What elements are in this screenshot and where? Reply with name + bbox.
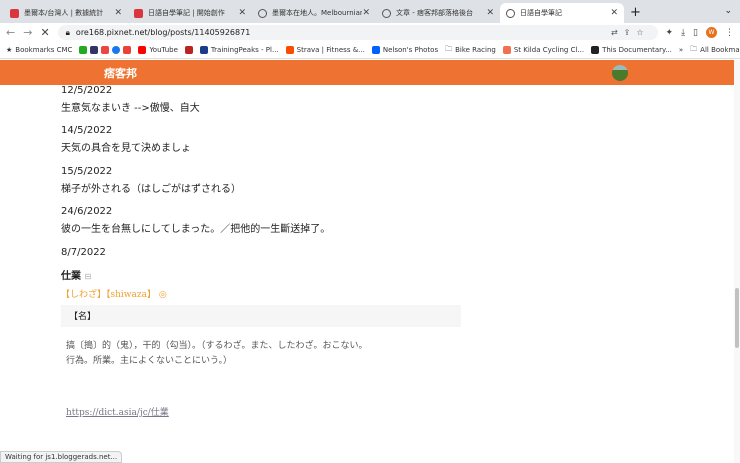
youtube-icon [138,46,147,54]
bookmark-red[interactable] [184,46,193,54]
bookmark-nelsons-photos[interactable]: Nelson's Photos [371,46,438,54]
site-logo[interactable]: 痞客邦 [104,65,137,81]
tab-search-chevron-icon[interactable]: ⌄ [724,6,732,16]
sidepanel-icon[interactable]: ▯ [693,28,698,38]
entry-date: 8/7/2022 [61,247,106,258]
close-icon[interactable]: ✕ [114,8,122,18]
site-header: 痞客邦 [0,60,734,85]
dict-source-link[interactable]: https://dict.asia/jc/仕業 [66,405,169,418]
toolbar: ← → ✕ 🔒︎ ore168.pixnet.net/blog/posts/114… [0,23,740,42]
extensions-icon[interactable]: ✦ [666,28,674,38]
forward-icon[interactable]: → [23,26,32,39]
entry-text: 彼の一生を台無しにしてしまった。／把他的一生斷送掉了。 [61,224,331,235]
loading-icon [506,8,515,18]
status-bar: Waiting for js1.bloggerads.net... [0,451,123,463]
new-tab-button[interactable]: + [630,5,641,20]
definition-line: 行為。所業。主によくないことにいう。） [66,356,232,366]
bookmark-trainingpeaks[interactable]: TrainingPeaks - Pl... [199,46,279,54]
all-bookmarks[interactable]: 🗀All Bookmarks [690,45,740,56]
entry-date: 24/6/2022 [61,206,113,217]
audio-icon[interactable]: ◎ [159,290,167,300]
pixnet-icon [10,8,19,18]
globe-icon [382,8,391,18]
tab-3[interactable]: 墨爾本在地人。Melbournian - ...✕ [252,3,376,23]
bookmark-bike-racing[interactable]: 🗀 Bike Racing [445,45,496,56]
download-icon[interactable]: ⤓ [681,28,685,38]
entry-date: 15/5/2022 [61,166,113,177]
bookmark-icons[interactable] [79,46,132,54]
definition-line: 搞〔搗〕的（鬼），干的（勾当）。（するわざ。また、したわざ。おこない。 [66,341,368,351]
translate-share-star-icons[interactable]: ⇄⇪☆ [611,28,650,37]
entry-date: 12/5/2022 [61,85,113,96]
entry-date: 14/5/2022 [61,125,113,136]
close-icon[interactable]: ✕ [486,8,494,18]
bookmark-strava[interactable]: Strava | Fitness &... [285,46,365,54]
bookmarks-bar: ★ Bookmarks CMC YouTube TrainingPeaks - P… [0,42,740,59]
user-avatar[interactable] [612,65,628,81]
entry-text: 生意気なまいき -->傲慢、自大 [61,103,200,114]
scrollbar[interactable] [734,60,740,463]
tab-5-active[interactable]: 日語自學筆記 ✕ [500,3,624,23]
entry-text: 梯子が外される（はしごがはずされる） [61,184,241,195]
part-of-speech-box: 【名】 [61,305,461,327]
bookmark-documentary[interactable]: This Documentary... [591,46,672,54]
bookmarks-overflow[interactable]: » [679,46,683,54]
bookmark-cmc[interactable]: ★ Bookmarks CMC [6,46,72,54]
lock-icon: 🔒︎ [65,27,70,37]
bookmark-youtube[interactable]: YouTube [138,46,178,54]
folder-icon: 🗀 [445,44,453,53]
entry-text: 天気の具合を見て決めましょ [61,143,191,154]
dict-reading: 【しわざ】【shiwaza】 [61,290,156,300]
dict-word: 仕業 [61,271,81,282]
close-icon[interactable]: ✕ [362,8,370,18]
tab-bar: 墨爾本/台灣人 | 數據統計 ✕ 日語自學筆記 | 開始創作 ✕ 墨爾本在地人。Me… [0,0,740,23]
profile-avatar[interactable]: W [706,27,717,38]
globe-icon [258,8,267,18]
dict-icon[interactable]: ⊟ [84,272,91,281]
tab-1[interactable]: 墨爾本/台灣人 | 數據統計 ✕ [4,3,128,23]
tab-4[interactable]: 文章 - 痞客邦部落格後台 ✕ [376,3,500,23]
tab-2[interactable]: 日語自學筆記 | 開始創作 ✕ [128,3,252,23]
close-icon[interactable]: ✕ [238,8,246,18]
star-icon: ★ [6,46,13,54]
back-icon[interactable]: ← [6,26,15,39]
menu-icon[interactable]: ⋮ [725,28,734,38]
part-of-speech: 【名】 [69,312,97,322]
folder-icon: 🗀 [690,44,698,53]
scrollbar-thumb[interactable] [735,288,739,348]
bookmark-st-kilda[interactable]: St Kilda Cycling Cl... [502,46,584,54]
stop-icon[interactable]: ✕ [40,26,49,39]
close-icon[interactable]: ✕ [610,8,618,18]
address-bar[interactable]: 🔒︎ ore168.pixnet.net/blog/posts/114059268… [57,25,658,40]
pixnet-icon [134,8,143,18]
